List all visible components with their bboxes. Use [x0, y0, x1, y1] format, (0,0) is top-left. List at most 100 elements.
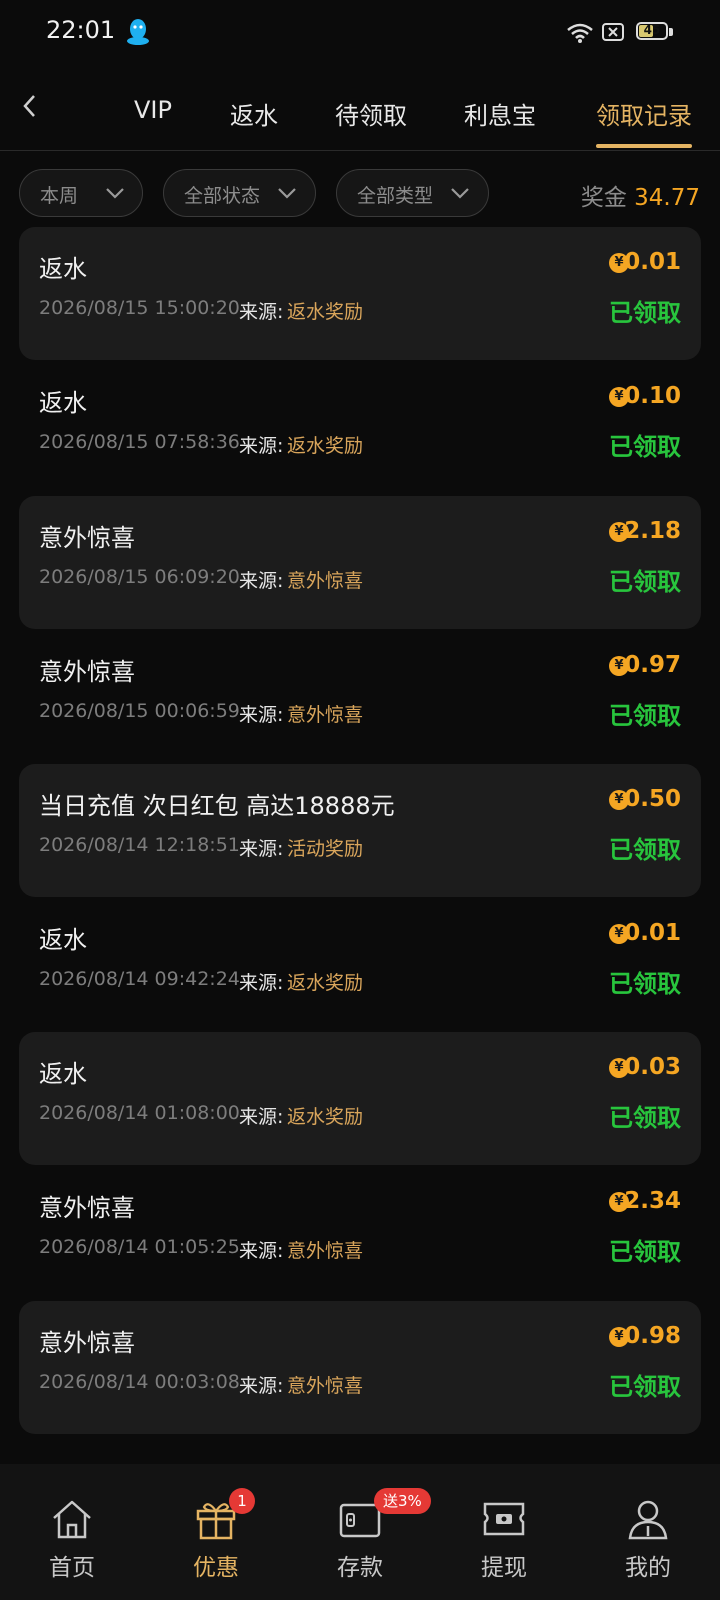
nav-home-label: 首页 [49, 1555, 95, 1581]
nav-deposit[interactable]: 存款 [288, 1464, 432, 1600]
record-date: 2026/08/15 07:58:36 [39, 431, 240, 453]
record-source: 返水奖励 [287, 972, 364, 994]
record-title: 意外惊喜 [39, 524, 135, 552]
nav-withdraw[interactable]: 提现 [432, 1464, 576, 1600]
record-source: 返水奖励 [287, 435, 364, 457]
top-tabs: VIP 返水 待领取 利息宝 领取记录 [0, 64, 720, 151]
chevron-down-icon [278, 188, 296, 199]
record-status: 已领取 [609, 836, 681, 864]
type-filter[interactable]: 全部类型 [336, 169, 489, 217]
record-date: 2026/08/15 06:09:20 [39, 566, 240, 588]
nav-withdraw-label: 提现 [481, 1555, 527, 1581]
record-amount: 0.97 [624, 652, 681, 678]
battery-icon: 45 [636, 22, 674, 42]
record-amount: 0.03 [624, 1054, 681, 1080]
record-date: 2026/08/14 00:03:08 [39, 1371, 240, 1393]
tab-interest[interactable]: 利息宝 [464, 96, 536, 131]
clock: 22:01 [46, 16, 116, 44]
record-date: 2026/08/15 00:06:59 [39, 700, 240, 722]
record-amount: 0.01 [624, 249, 681, 275]
record-source: 返水奖励 [287, 301, 364, 323]
record-amount: 2.18 [624, 518, 681, 544]
nav-profile[interactable]: 我的 [576, 1464, 720, 1600]
nav-promotions[interactable]: 优惠 [144, 1464, 288, 1600]
record-amount: 0.98 [624, 1323, 681, 1349]
deposit-promo-badge: 送3% [374, 1488, 431, 1514]
no-sim-icon [602, 23, 624, 41]
bonus-amount: 34.77 [634, 185, 700, 211]
record-source: 意外惊喜 [287, 1375, 364, 1397]
record-title: 返水 [39, 926, 87, 954]
chevron-down-icon [451, 188, 469, 199]
battery-level: 45 [643, 23, 661, 37]
record-amount: 2.34 [624, 1188, 681, 1214]
record-source: 返水奖励 [287, 1106, 364, 1128]
record-title: 返水 [39, 1060, 87, 1088]
active-tab-indicator [596, 144, 692, 148]
period-filter[interactable]: 本周 [19, 169, 143, 217]
record-card: 返水 2026/08/14 01:08:00 来源: 返水奖励 ¥ 0.03 已… [19, 1032, 701, 1165]
record-title: 返水 [39, 389, 87, 417]
record-source: 意外惊喜 [287, 570, 364, 592]
record-title: 意外惊喜 [39, 1329, 135, 1357]
record-status: 已领取 [609, 702, 681, 730]
record-source-label: 来源: [239, 972, 284, 994]
record-date: 2026/08/14 12:18:51 [39, 834, 240, 856]
tab-vip[interactable]: VIP [134, 96, 172, 124]
record-card: 意外惊喜 2026/08/14 00:03:08 来源: 意外惊喜 ¥ 0.98… [19, 1301, 701, 1434]
record-source-label: 来源: [239, 704, 284, 726]
bottom-nav: 首页 优惠 存款 提现 我的 [0, 1464, 720, 1600]
record-source: 意外惊喜 [287, 1240, 364, 1262]
record-status: 已领取 [609, 1238, 681, 1266]
record-card: 返水 2026/08/14 09:42:24 来源: 返水奖励 ¥ 0.01 已… [19, 898, 701, 1031]
bonus-total: 奖金 34.77 [581, 178, 700, 212]
record-amount: 0.10 [624, 383, 681, 409]
record-status: 已领取 [609, 970, 681, 998]
promotions-badge: 1 [229, 1488, 255, 1514]
bonus-label: 奖金 [580, 185, 627, 211]
chevron-down-icon [106, 188, 124, 199]
record-source-label: 来源: [239, 838, 284, 860]
record-source-label: 来源: [239, 301, 284, 323]
record-card: 意外惊喜 2026/08/15 00:06:59 来源: 意外惊喜 ¥ 0.97… [19, 630, 701, 763]
record-card: 当日充值 次日红包 高达18888元 2026/08/14 12:18:51 来… [19, 764, 701, 897]
record-source: 活动奖励 [287, 838, 364, 860]
record-status: 已领取 [609, 299, 681, 327]
status-bar: 22:01 45 [0, 0, 720, 64]
record-status: 已领取 [609, 568, 681, 596]
record-title: 意外惊喜 [39, 658, 135, 686]
record-title: 当日充值 次日红包 高达18888元 [39, 792, 395, 820]
status-filter-label: 全部状态 [184, 185, 261, 207]
record-date: 2026/08/15 15:00:20 [39, 297, 240, 319]
record-status: 已领取 [609, 433, 681, 461]
record-status: 已领取 [609, 1373, 681, 1401]
ticket-icon [483, 1502, 525, 1536]
record-card: 返水 2026/08/15 15:00:20 来源: 返水奖励 ¥ 0.01 已… [19, 227, 701, 360]
nav-deposit-label: 存款 [337, 1555, 383, 1581]
wifi-icon [567, 23, 593, 43]
record-source: 意外惊喜 [287, 704, 364, 726]
home-icon [53, 1500, 91, 1539]
period-filter-label: 本周 [40, 185, 79, 207]
record-source-label: 来源: [239, 1240, 284, 1262]
tab-rebate[interactable]: 返水 [230, 96, 278, 131]
nav-profile-label: 我的 [625, 1555, 671, 1581]
record-source-label: 来源: [239, 1375, 284, 1397]
nav-home[interactable]: 首页 [0, 1464, 144, 1600]
record-status: 已领取 [609, 1104, 681, 1132]
tab-claim-records[interactable]: 领取记录 [596, 96, 692, 131]
record-amount: 0.01 [624, 920, 681, 946]
record-title: 返水 [39, 255, 87, 283]
record-source-label: 来源: [239, 1106, 284, 1128]
record-date: 2026/08/14 01:08:00 [39, 1102, 240, 1124]
record-card: 意外惊喜 2026/08/15 06:09:20 来源: 意外惊喜 ¥ 2.18… [19, 496, 701, 629]
back-icon[interactable] [20, 92, 40, 120]
qq-icon [127, 19, 149, 45]
record-date: 2026/08/14 09:42:24 [39, 968, 240, 990]
tab-pending[interactable]: 待领取 [335, 96, 407, 131]
record-source-label: 来源: [239, 570, 284, 592]
type-filter-label: 全部类型 [357, 185, 434, 207]
nav-promotions-label: 优惠 [193, 1555, 239, 1581]
record-date: 2026/08/14 01:05:25 [39, 1236, 240, 1258]
status-filter[interactable]: 全部状态 [163, 169, 316, 217]
